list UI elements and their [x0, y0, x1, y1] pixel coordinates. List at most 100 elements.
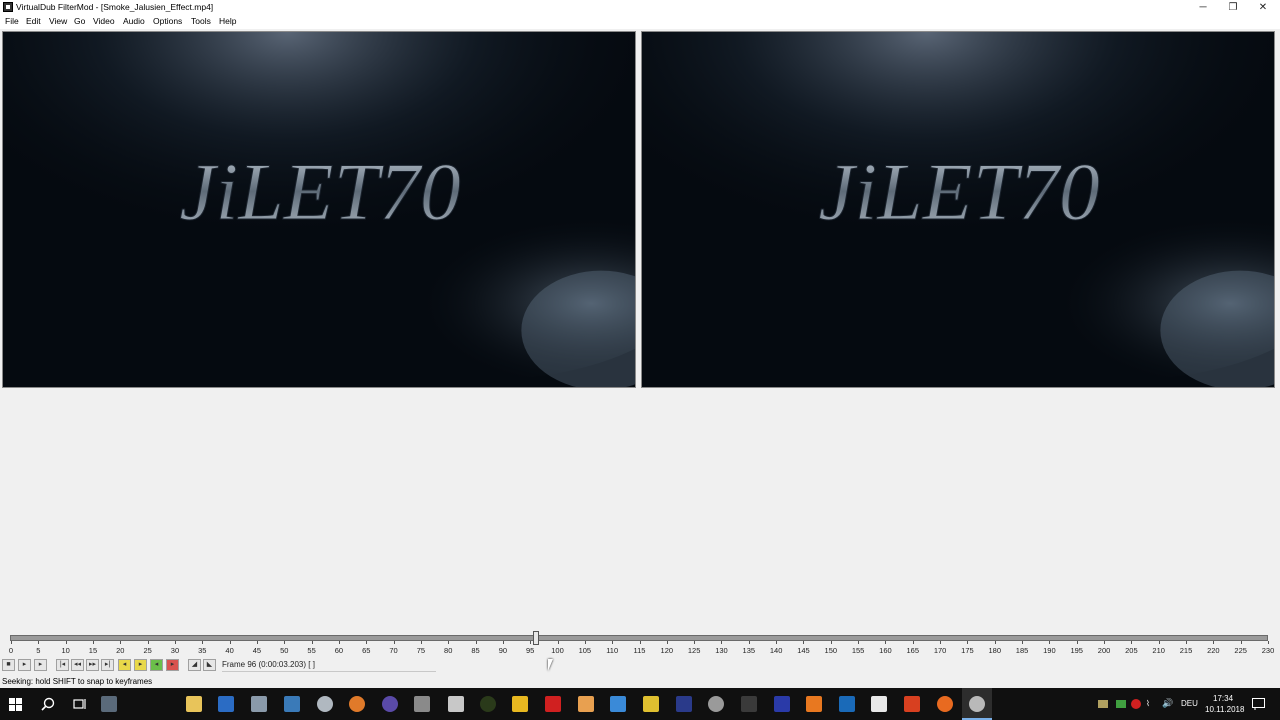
tray-app-icon[interactable] — [1098, 700, 1108, 708]
step-back-icon[interactable]: ◂◂ — [71, 659, 84, 671]
timeline-tick-label: 145 — [797, 646, 810, 655]
menu-video[interactable]: Video — [93, 16, 115, 26]
vlc-icon[interactable] — [806, 696, 822, 712]
timeline-tick-mark — [584, 641, 586, 644]
virtualdub-app-icon[interactable] — [3, 2, 13, 12]
firefox-icon[interactable] — [937, 696, 953, 712]
mark-in-icon[interactable]: ◢ — [188, 659, 201, 671]
timeline-tick-label: 180 — [988, 646, 1001, 655]
input-video-pane[interactable]: JiLET70 — [0, 30, 637, 390]
timeline-tick-mark — [256, 641, 258, 644]
app-shape-icon[interactable] — [448, 696, 464, 712]
go-start-icon[interactable]: |◂ — [56, 659, 69, 671]
maximize-button[interactable]: ❐ — [1218, 0, 1248, 15]
timeline-tick-mark — [1158, 641, 1160, 644]
frame-position-display[interactable]: Frame 96 (0:00:03.203) [ ] — [222, 660, 436, 672]
timeline-tick-mark — [338, 641, 340, 644]
app-target-icon[interactable] — [480, 696, 496, 712]
play-input-icon[interactable]: ▸ — [18, 659, 31, 671]
app-tools-icon[interactable] — [904, 696, 920, 712]
timeline-position-thumb[interactable] — [532, 631, 539, 645]
timeline-ticks: 0 5 10 15 20 25 30 35 40 45 50 55 60 65 70 75 80 85 90 95 10… — [0, 641, 1280, 657]
menu-file[interactable]: File — [5, 16, 19, 26]
step-forward-icon[interactable]: ▸▸ — [86, 659, 99, 671]
app-globe-icon[interactable] — [676, 696, 692, 712]
timeline-tick-mark — [202, 641, 204, 644]
minimize-button[interactable]: ─ — [1188, 0, 1218, 15]
timeline-tick-mark — [1049, 641, 1051, 644]
timeline-tick-label: 90 — [498, 646, 508, 655]
windows-start-icon[interactable] — [9, 698, 22, 711]
app-paint-icon[interactable] — [578, 696, 594, 712]
menu-edit[interactable]: Edit — [26, 16, 41, 26]
app-frame-icon[interactable] — [643, 696, 659, 712]
title-bar: VirtualDub FilterMod - [Smoke_Jalusien_E… — [0, 0, 1280, 15]
timeline-tick-mark — [1076, 641, 1078, 644]
app-monitor-icon[interactable] — [284, 696, 300, 712]
timeline-tick-mark — [1240, 641, 1242, 644]
timeline-tick-mark — [967, 641, 969, 644]
timeline-tick-label: 130 — [715, 646, 728, 655]
volume-icon[interactable]: 🔊 — [1162, 698, 1173, 709]
next-keyframe-icon[interactable]: ▸ — [134, 659, 147, 671]
timeline-tick-mark — [1022, 641, 1024, 644]
close-button[interactable]: ✕ — [1248, 0, 1278, 15]
output-video-pane[interactable]: JiLET70 — [639, 30, 1276, 390]
timeline-tick-label: 25 — [143, 646, 152, 655]
app-cube-icon[interactable] — [610, 696, 626, 712]
output-video-frame[interactable]: JiLET70 — [641, 31, 1275, 388]
timeline-tick-mark — [530, 641, 532, 644]
app-m-icon[interactable] — [545, 696, 561, 712]
clock-time[interactable]: 17:34 — [1213, 694, 1233, 703]
app-orb-icon[interactable] — [382, 696, 398, 712]
menu-tools[interactable]: Tools — [191, 16, 211, 26]
recycle-bin-icon[interactable] — [101, 696, 117, 712]
timeline-tick-mark — [612, 641, 614, 644]
timeline-tick-label: 195 — [1070, 646, 1083, 655]
task-view-icon[interactable] — [73, 697, 87, 711]
tray-network-app-icon[interactable] — [1116, 700, 1126, 708]
timeline-tick-label: 15 — [88, 646, 98, 655]
menu-help[interactable]: Help — [219, 16, 236, 26]
notifications-icon[interactable] — [1252, 698, 1265, 710]
timeline-tick-mark — [38, 641, 40, 644]
menu-view[interactable]: View — [49, 16, 67, 26]
mark-out-icon[interactable]: ◣ — [203, 659, 216, 671]
timeline-tick-mark — [65, 641, 67, 644]
go-end-icon[interactable]: ▸| — [101, 659, 114, 671]
timeline-tick-mark — [994, 641, 996, 644]
prev-keyframe-icon[interactable]: ◂ — [118, 659, 131, 671]
timeline-tick-mark — [1131, 641, 1133, 644]
language-indicator[interactable]: DEU — [1181, 699, 1198, 708]
app-shield-icon[interactable] — [512, 696, 528, 712]
powershell-icon[interactable] — [218, 696, 234, 712]
menu-audio[interactable]: Audio — [123, 16, 145, 26]
network-icon[interactable]: ⌇ — [1146, 699, 1150, 708]
app-clapper-icon[interactable] — [741, 696, 757, 712]
file-explorer-icon[interactable] — [186, 696, 202, 712]
play-output-icon[interactable]: ▸ — [34, 659, 47, 671]
menu-bar: File Edit View Go Video Audio Options To… — [0, 15, 1280, 29]
app-pen-icon[interactable] — [414, 696, 430, 712]
input-video-frame[interactable]: JiLET70 — [2, 31, 636, 388]
app-window-icon[interactable] — [251, 696, 267, 712]
timeline-tick-mark — [120, 641, 122, 644]
next-scene-icon[interactable]: ▸ — [166, 659, 179, 671]
menu-options[interactable]: Options — [153, 16, 182, 26]
app-disc-icon[interactable] — [349, 696, 365, 712]
timeline-tick-label: 160 — [879, 646, 892, 655]
timeline-tick-mark — [1186, 641, 1188, 644]
timeline-tick-label: 190 — [1043, 646, 1056, 655]
stop-icon[interactable]: ■ — [2, 659, 15, 671]
app-dx-icon[interactable] — [839, 696, 855, 712]
settings-gear-icon[interactable] — [708, 696, 724, 712]
app-tool-icon[interactable] — [317, 696, 333, 712]
app-film-icon[interactable] — [774, 696, 790, 712]
clock-date[interactable]: 10.11.2018 — [1205, 705, 1244, 714]
menu-go[interactable]: Go — [74, 16, 85, 26]
prev-scene-icon[interactable]: ◂ — [150, 659, 163, 671]
tray-red-icon[interactable] — [1131, 699, 1141, 709]
search-icon[interactable] — [41, 697, 55, 711]
app-document-icon[interactable] — [871, 696, 887, 712]
timeline-tick-mark — [174, 641, 176, 644]
